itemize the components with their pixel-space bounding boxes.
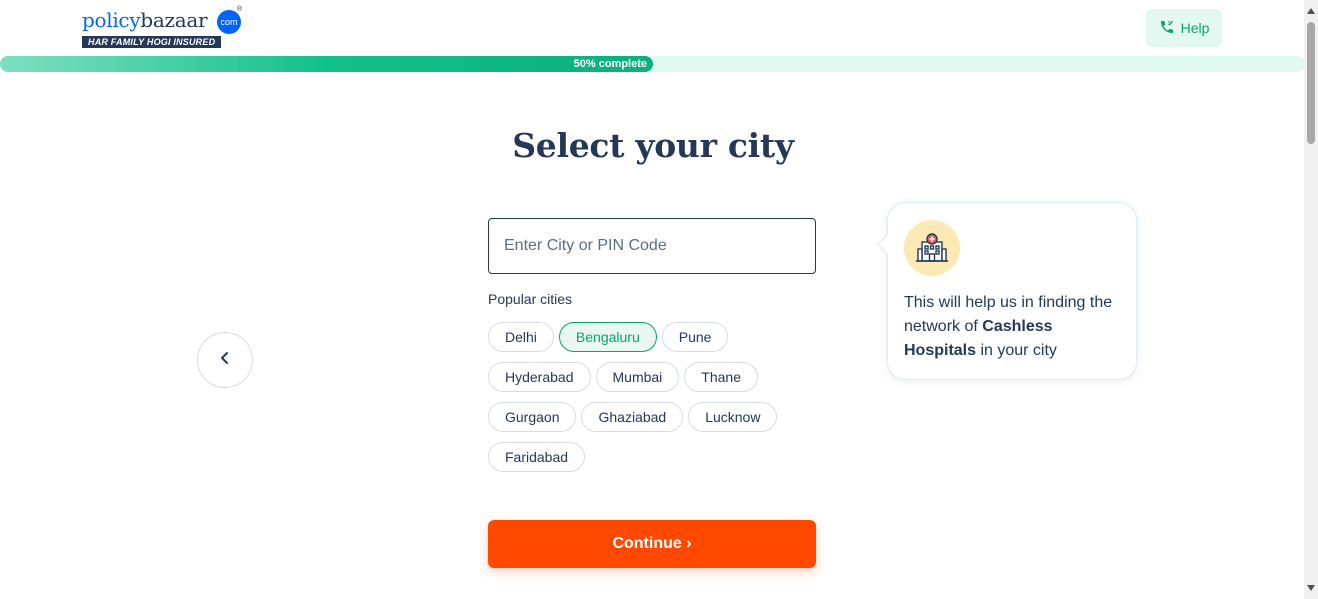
city-chip-row: Faridabad xyxy=(488,442,828,472)
city-chip-bengaluru[interactable]: Bengaluru xyxy=(558,322,657,352)
scroll-up-arrow-icon[interactable] xyxy=(1307,8,1315,14)
city-chip-row: Gurgaon Ghaziabad Lucknow xyxy=(488,402,828,432)
city-chip-faridabad[interactable]: Faridabad xyxy=(488,442,586,472)
policybazaar-logo[interactable]: policybazaar com ® HAR FAMILY HOGI INSUR… xyxy=(82,6,247,50)
city-chip-pune[interactable]: Pune xyxy=(661,322,729,352)
help-label: Help xyxy=(1180,20,1210,36)
city-chip-hyderabad[interactable]: Hyderabad xyxy=(488,362,591,392)
logo-registered-mark: ® xyxy=(237,6,243,13)
city-chip-delhi[interactable]: Delhi xyxy=(488,322,554,352)
city-chip-lucknow[interactable]: Lucknow xyxy=(688,402,778,432)
popular-cities-list: Delhi Bengaluru Pune Hyderabad Mumbai Th… xyxy=(488,322,828,482)
city-chip-thane[interactable]: Thane xyxy=(684,362,758,392)
page-scrollbar[interactable] xyxy=(1304,0,1318,599)
help-button[interactable]: Help xyxy=(1146,9,1222,47)
progress-track: 50% complete xyxy=(0,56,1306,72)
city-chip-mumbai[interactable]: Mumbai xyxy=(595,362,680,392)
city-chip-gurgaon[interactable]: Gurgaon xyxy=(488,402,577,432)
back-button[interactable] xyxy=(197,332,253,388)
progress-label: 50% complete xyxy=(573,58,647,70)
hospital-icon xyxy=(904,220,960,276)
page: policybazaar com ® HAR FAMILY HOGI INSUR… xyxy=(0,0,1318,599)
phone-call-icon xyxy=(1159,19,1175,38)
city-chip-row: Delhi Bengaluru Pune xyxy=(488,322,828,352)
popular-cities-label: Popular cities xyxy=(488,291,573,307)
info-card: This will help us in finding the network… xyxy=(887,202,1137,380)
city-search-input[interactable] xyxy=(488,218,816,274)
scroll-down-arrow-icon[interactable] xyxy=(1307,585,1315,591)
scrollbar-thumb[interactable] xyxy=(1307,22,1315,144)
info-text-tail: in your city xyxy=(976,342,1057,359)
logo-word-policy: policy xyxy=(82,8,141,32)
logo-word-bazaar: bazaar xyxy=(140,8,208,32)
city-chip-ghaziabad[interactable]: Ghaziabad xyxy=(581,402,684,432)
progress-fill: 50% complete xyxy=(0,56,653,72)
city-chip-row: Hyderabad Mumbai Thane xyxy=(488,362,828,392)
info-text: This will help us in finding the network… xyxy=(904,291,1126,363)
page-title: Select your city xyxy=(512,126,794,165)
logo-wordmark: policybazaar xyxy=(82,8,208,32)
continue-button[interactable]: Continue › xyxy=(488,520,816,568)
logo-tagline: HAR FAMILY HOGI INSURED xyxy=(82,36,222,48)
logo-com-badge: com xyxy=(217,10,241,34)
chevron-left-icon xyxy=(218,351,232,370)
